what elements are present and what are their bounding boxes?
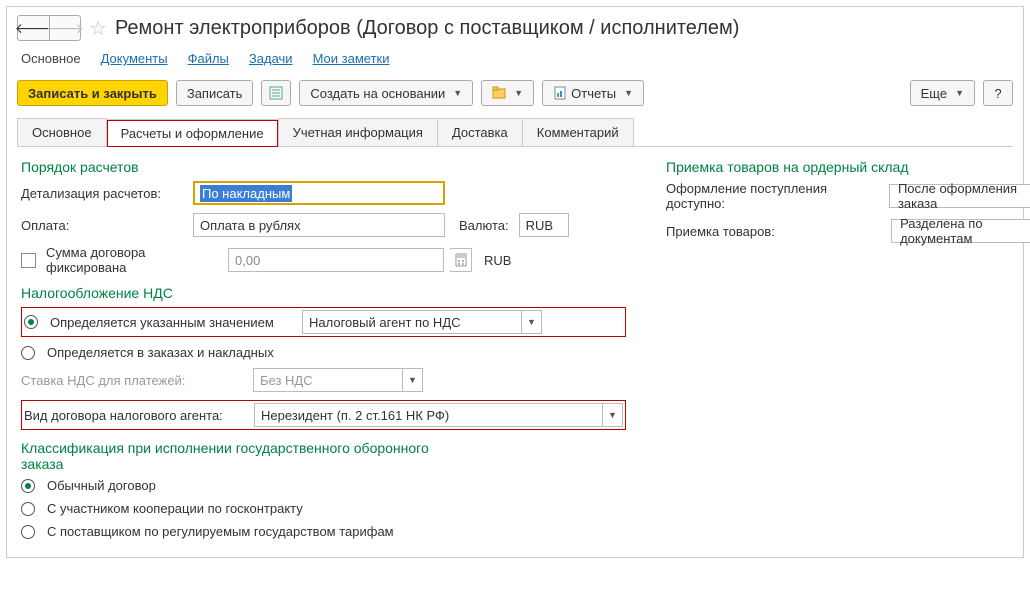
more-label: Еще (921, 86, 947, 101)
chevron-down-icon: ▼ (514, 88, 523, 98)
class-radio-normal[interactable] (21, 479, 35, 493)
currency-field[interactable]: RUB (519, 213, 569, 237)
detail-field[interactable]: По накладным (193, 181, 445, 205)
create-on-button[interactable]: Создать на основании ▼ (299, 80, 473, 106)
report-icon (553, 86, 567, 100)
tab-main[interactable]: Основное (17, 118, 107, 146)
nav-files[interactable]: Файлы (188, 51, 229, 66)
window: 🡐 🡒 ☆ Ремонт электроприборов (Договор с … (6, 6, 1024, 558)
tab-accounting[interactable]: Учетная информация (278, 118, 438, 146)
section-class-title: Классификация при исполнении государстве… (21, 440, 441, 472)
toolbar: Записать и закрыть Записать Создать на о… (17, 80, 1013, 106)
nav-documents[interactable]: Документы (101, 51, 168, 66)
reports-button[interactable]: Отчеты ▼ (542, 80, 644, 106)
titlebar: 🡐 🡒 ☆ Ремонт электроприборов (Договор с … (17, 7, 1013, 43)
tab-calc[interactable]: Расчеты и оформление (106, 119, 279, 147)
detail-label: Детализация расчетов: (21, 186, 187, 201)
left-column: Порядок расчетов Детализация расчетов: П… (21, 159, 626, 547)
class-radio-normal-label: Обычный договор (47, 478, 156, 493)
reports-label: Отчеты (571, 86, 616, 101)
section-nav: Основное Документы Файлы Задачи Мои заме… (17, 43, 1013, 80)
vat-radio-docs-label: Определяется в заказах и накладных (47, 345, 274, 360)
section-order-title: Порядок расчетов (21, 159, 626, 175)
more-button[interactable]: Еще ▼ (910, 80, 975, 106)
avail-field[interactable]: После оформления заказа (889, 184, 1030, 208)
favorite-icon[interactable]: ☆ (89, 16, 107, 41)
fixed-sum-label: Сумма договора фиксирована (46, 245, 222, 275)
vat-radio-value-label: Определяется указанным значением (50, 315, 296, 330)
class-radio-tariff[interactable] (21, 525, 35, 539)
vat-agent-select[interactable]: Налоговый агент по НДС ▼ (302, 310, 542, 334)
page-title: Ремонт электроприборов (Договор с постав… (115, 17, 740, 40)
nav-tasks[interactable]: Задачи (249, 51, 293, 66)
create-on-label: Создать на основании (310, 86, 445, 101)
currency-label: Валюта: (459, 218, 509, 233)
tab-comment[interactable]: Комментарий (522, 118, 634, 146)
folder-icon (492, 86, 506, 100)
fixed-sum-checkbox[interactable] (21, 253, 36, 268)
save-close-button[interactable]: Записать и закрыть (17, 80, 168, 106)
back-button[interactable]: 🡐 (17, 15, 49, 41)
agent-type-select[interactable]: Нерезидент (п. 2 ст.161 НК РФ) ▼ (254, 403, 623, 427)
recv-label: Приемка товаров: (666, 224, 885, 239)
tab-delivery[interactable]: Доставка (437, 118, 523, 146)
vat-mode-highlight: Определяется указанным значением Налогов… (21, 307, 626, 337)
avail-label: Оформление поступления доступно: (666, 181, 883, 211)
form-area: Порядок расчетов Детализация расчетов: П… (17, 147, 1013, 547)
vat-rate-select[interactable]: Без НДС ▼ (253, 368, 423, 392)
vat-rate-label: Ставка НДС для платежей: (21, 373, 247, 388)
amount-unit: RUB (484, 253, 511, 268)
chevron-down-icon: ▼ (453, 88, 462, 98)
class-radio-coop-label: С участником кооперации по госконтракту (47, 501, 303, 516)
section-vat-title: Налогообложение НДС (21, 285, 626, 301)
class-radio-coop[interactable] (21, 502, 35, 516)
amount-field[interactable]: 0,00 (228, 248, 444, 272)
payment-field[interactable]: Оплата в рублях (193, 213, 445, 237)
class-radio-tariff-label: С поставщиком по регулируемым государств… (47, 524, 394, 539)
nav-main[interactable]: Основное (21, 51, 81, 66)
save-button[interactable]: Записать (176, 80, 254, 106)
help-button[interactable]: ? (983, 80, 1013, 106)
vat-radio-docs[interactable] (21, 346, 35, 360)
list-button[interactable] (261, 80, 291, 106)
tabs: Основное Расчеты и оформление Учетная ин… (17, 118, 1013, 147)
vat-rate-value: Без НДС (260, 373, 402, 388)
agent-type-highlight: Вид договора налогового агента: Нерезиде… (21, 400, 626, 430)
detail-value: По накладным (200, 185, 292, 202)
forward-button[interactable]: 🡒 (49, 15, 81, 41)
chevron-down-icon: ▼ (521, 311, 541, 333)
nav-history: 🡐 🡒 (17, 15, 81, 41)
chevron-down-icon: ▼ (955, 88, 964, 98)
payment-label: Оплата: (21, 218, 187, 233)
attach-button[interactable]: ▼ (481, 80, 534, 106)
agent-type-value: Нерезидент (п. 2 ст.161 НК РФ) (261, 408, 602, 423)
list-icon (269, 86, 283, 100)
agent-type-label: Вид договора налогового агента: (24, 408, 248, 423)
section-receipt-title: Приемка товаров на ордерный склад (666, 159, 1030, 175)
calculator-icon[interactable] (450, 248, 472, 272)
recv-field[interactable]: Разделена по документам (891, 219, 1030, 243)
vat-agent-value: Налоговый агент по НДС (309, 315, 521, 330)
vat-radio-value[interactable] (24, 315, 38, 329)
chevron-down-icon: ▼ (602, 404, 622, 426)
right-column: Приемка товаров на ордерный склад Оформл… (666, 159, 1030, 547)
chevron-down-icon: ▼ (624, 88, 633, 98)
nav-notes[interactable]: Мои заметки (313, 51, 390, 66)
chevron-down-icon: ▼ (402, 369, 422, 391)
